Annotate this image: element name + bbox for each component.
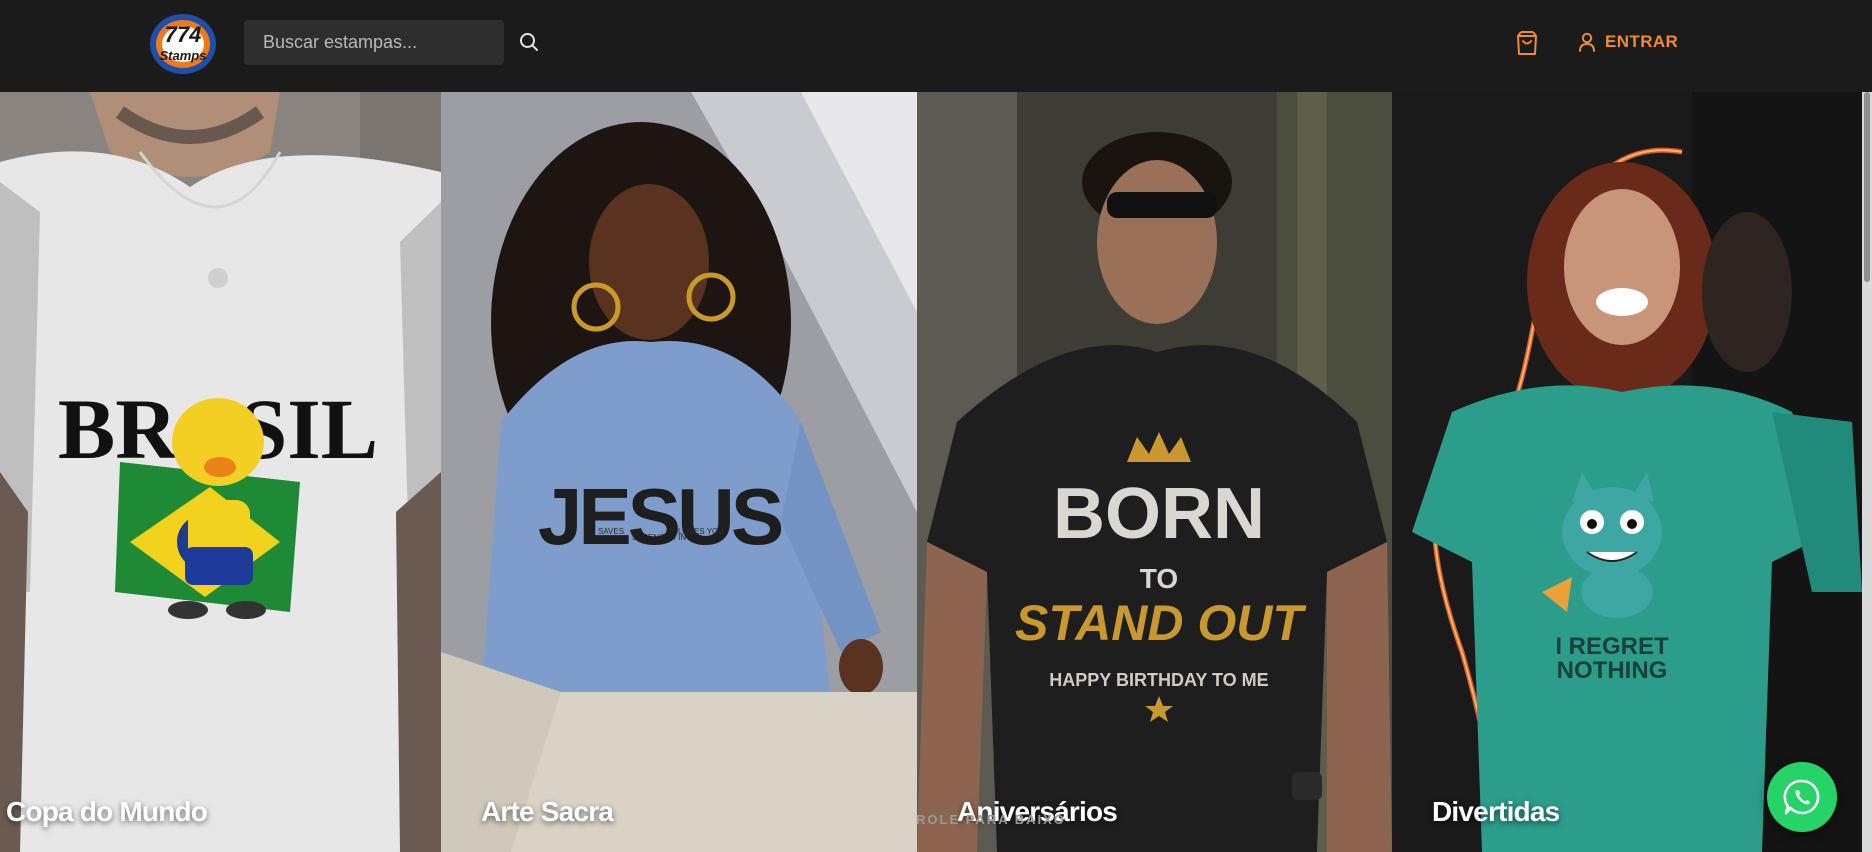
search-button[interactable] [516,28,542,56]
whatsapp-button[interactable] [1767,762,1837,832]
category-label: Copa do Mundo [6,796,208,827]
shopping-bag-icon [1517,31,1537,55]
whatsapp-icon [1783,779,1820,815]
shirt-print-small-left: SAVES [598,527,624,536]
scrollbar-thumb[interactable] [1864,92,1870,282]
brand-logo[interactable]: 774 Stamps [148,10,218,76]
user-icon [1579,32,1595,52]
shirt-print-text: JESUS [538,472,782,561]
logo-number: 774 [165,22,202,47]
scroll-hint: ROLE PARA BAIXO [916,812,1066,827]
shirt-print-small-right: LOVES YOU [678,527,724,536]
category-card-aniversarios[interactable]: BORN TO STAND OUT HAPPY BIRTHDAY TO ME A… [917,92,1392,852]
category-label: Divertidas [1432,796,1560,827]
shirt-print-text-1: BORN [1053,474,1265,554]
category-card-divertidas[interactable]: I REGRET NOTHING Divertidas [1392,92,1862,852]
arte-sacra-photo: STRENGTH IN JESUS SAVES LOVES YOU [441,92,917,852]
shirt-print-text-2: NOTHING [1557,657,1668,684]
divertidas-photo: I REGRET NOTHING [1392,92,1862,852]
login-label: ENTRAR [1605,32,1679,51]
shirt-print-text-4: HAPPY BIRTHDAY TO ME [1049,670,1268,690]
search-input[interactable] [244,20,504,65]
cart-button[interactable] [1512,28,1542,58]
logo-word: Stamps [160,48,207,63]
shirt-print-text-1: I REGRET [1555,633,1669,660]
shirt-print-text-2: TO [1140,563,1178,594]
search-icon [520,33,538,51]
login-button[interactable]: ENTRAR [1578,28,1678,56]
shirt-print-text-3: STAND OUT [1015,595,1307,651]
category-label: Arte Sacra [481,796,614,827]
top-navbar: 774 Stamps ENTRAR [0,0,1872,92]
category-card-arte-sacra[interactable]: STRENGTH IN JESUS SAVES LOVES YOU Arte S… [441,92,917,852]
copa-photo: BRASIL [0,92,441,852]
aniversarios-photo: BORN TO STAND OUT HAPPY BIRTHDAY TO ME [917,92,1392,852]
category-carousel: BRASIL Copa do Mundo [0,92,1872,852]
category-card-copa-do-mundo[interactable]: BRASIL Copa do Mundo [0,92,441,852]
